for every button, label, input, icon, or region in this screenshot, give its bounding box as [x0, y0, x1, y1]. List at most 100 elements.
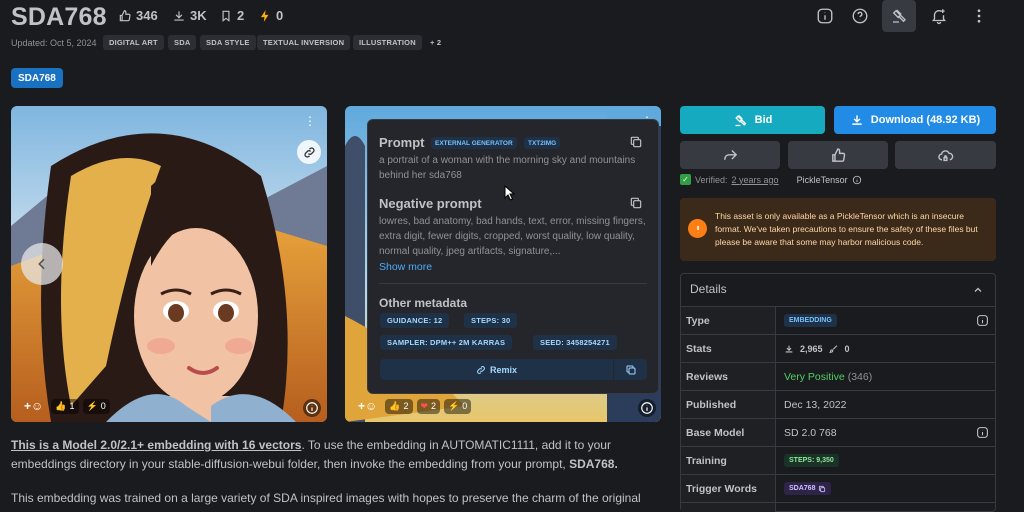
seed-badge: SEED: 3458254271 [533, 335, 617, 350]
show-more-link[interactable]: Show more [379, 261, 432, 273]
image-1-info-button[interactable] [303, 399, 321, 417]
bolt-emoji-icon: ⚡ [448, 400, 460, 411]
info-button[interactable] [808, 0, 842, 32]
description-link[interactable]: This is a Model 2.0/2.1+ embedding with … [11, 438, 301, 452]
bookmark-icon [222, 10, 230, 22]
other-metadata-heading: Other metadata [379, 296, 468, 310]
remix-button[interactable]: Remix [380, 359, 613, 380]
dots-vertical-icon [977, 9, 981, 23]
details-row-base-model: Base Model SD 2.0 768 [681, 418, 995, 446]
bid-button[interactable]: Bid [680, 106, 825, 134]
chevron-up-icon[interactable] [972, 284, 984, 296]
tag-sda-style[interactable]: SDA STYLE [200, 35, 256, 50]
guidance-badge: GUIDANCE: 12 [380, 313, 450, 328]
buzz-reaction[interactable]: ⚡ 0 [82, 398, 110, 414]
tag-sda[interactable]: SDA [168, 35, 197, 50]
sampler-badge: SAMPLER: DPM++ 2M KARRAS [380, 335, 513, 350]
more-menu-button[interactable] [962, 0, 996, 32]
download-icon [174, 10, 184, 21]
thumbs-up-icon [831, 147, 845, 162]
info-square-icon[interactable] [976, 314, 989, 327]
share-arrow-icon [723, 149, 737, 160]
copy-icon [626, 365, 635, 374]
cloud-lock-icon [938, 149, 954, 161]
like-reaction[interactable]: 👍 1 [51, 398, 79, 414]
previous-image-button[interactable] [21, 243, 63, 285]
notify-button[interactable] [922, 0, 956, 32]
image-2-info-button[interactable] [638, 399, 656, 417]
downloads-stat: 3K [172, 8, 207, 23]
tag-illustration[interactable]: ILLUSTRATION [353, 35, 422, 50]
buzz-stat: 0 [258, 8, 283, 23]
tag-digital-art[interactable]: DIGITAL ART [103, 35, 164, 50]
share-button[interactable] [680, 141, 780, 169]
add-reaction-button-2[interactable]: +☺ [354, 397, 381, 415]
download-icon [785, 345, 793, 352]
link-icon [477, 365, 485, 374]
heart-emoji-icon: ❤ [420, 400, 429, 411]
description-paragraph-1: This is a Model 2.0/2.1+ embedding with … [11, 438, 618, 471]
reviews-rating-link[interactable]: Very Positive [784, 371, 845, 383]
generate-cloud-button[interactable] [895, 141, 996, 169]
external-generator-badge: EXTERNAL GENERATOR [431, 137, 517, 149]
alert-exclamation-icon [688, 219, 707, 238]
download-button[interactable]: Download (48.92 KB) [834, 106, 996, 134]
tag-textual-inversion[interactable]: TEXTUAL INVERSION [257, 35, 351, 50]
heart-reaction-2[interactable]: ❤ 2 [416, 398, 441, 414]
question-icon [852, 8, 868, 24]
prompt-text: a portrait of a woman with the morning s… [379, 155, 636, 181]
version-chip[interactable]: SDA768 [11, 68, 63, 88]
link-icon [303, 146, 315, 158]
info-circle-icon [306, 402, 318, 414]
copy-icon [819, 485, 826, 492]
negative-prompt-heading: Negative prompt [379, 196, 482, 211]
like-reaction-2[interactable]: 👍 2 [385, 398, 413, 414]
details-heading[interactable]: Details [690, 282, 727, 296]
gavel-icon [734, 114, 747, 126]
steps-badge: STEPS: 30 [464, 313, 518, 328]
popover-divider [379, 283, 647, 284]
info-circle-icon[interactable] [852, 175, 862, 185]
verified-check-icon: ✓ [680, 174, 691, 185]
pickle-format-label: PickleTensor [796, 174, 848, 185]
details-row-reviews: Reviews Very Positive (346) [681, 362, 995, 390]
more-tags[interactable]: + 2 [424, 35, 447, 50]
info-icon [817, 8, 833, 24]
details-row-published: Published Dec 13, 2022 [681, 390, 995, 418]
verified-time-link[interactable]: 2 years ago [732, 175, 779, 185]
copy-icon[interactable] [629, 135, 643, 149]
details-row-training: Training STEPS: 9,350 [681, 446, 995, 474]
prompt-heading: Prompt [379, 135, 425, 150]
info-square-icon[interactable] [976, 426, 989, 439]
trigger-word-badge[interactable]: SDA768 [784, 482, 832, 495]
bookmarks-stat: 2 [219, 8, 244, 23]
verified-line: ✓ Verified: 2 years ago PickleTensor [680, 174, 862, 185]
info-circle-icon [641, 402, 653, 414]
download-icon [852, 115, 862, 125]
model-title: SDA768 [11, 3, 107, 31]
details-row-next [681, 502, 995, 512]
gavel-icon [892, 9, 906, 23]
thumbs-up-icon [119, 9, 131, 21]
help-button[interactable] [843, 0, 877, 32]
description-paragraph-2: This embedding was trained on a large va… [11, 491, 641, 505]
image-menu-dots-1[interactable]: ⋮ [304, 114, 316, 128]
bell-plus-icon [932, 9, 946, 25]
details-row-type: Type EMBEDDING [681, 306, 995, 334]
image-1-reactions: +☺ 👍 1 ⚡ 0 [20, 397, 110, 415]
negative-prompt-text: lowres, bad anatomy, bad hands, text, er… [379, 216, 646, 257]
likes-stat: 346 [118, 8, 158, 23]
remix-copy-button[interactable] [614, 359, 647, 380]
copy-icon[interactable] [629, 196, 643, 210]
auction-button[interactable] [882, 0, 916, 32]
details-row-trigger-words: Trigger Words SDA768 [681, 474, 995, 502]
like-button[interactable] [788, 141, 888, 169]
brush-icon [828, 344, 837, 353]
buzz-reaction-2[interactable]: ⚡ 0 [444, 398, 472, 414]
bolt-emoji-icon: ⚡ [86, 400, 98, 411]
add-reaction-button[interactable]: +☺ [20, 397, 47, 415]
training-steps-badge: STEPS: 9,350 [784, 454, 839, 467]
image-link-button[interactable] [297, 140, 321, 164]
updated-date: Updated: Oct 5, 2024 [11, 38, 97, 48]
mouse-cursor-icon [504, 185, 516, 201]
